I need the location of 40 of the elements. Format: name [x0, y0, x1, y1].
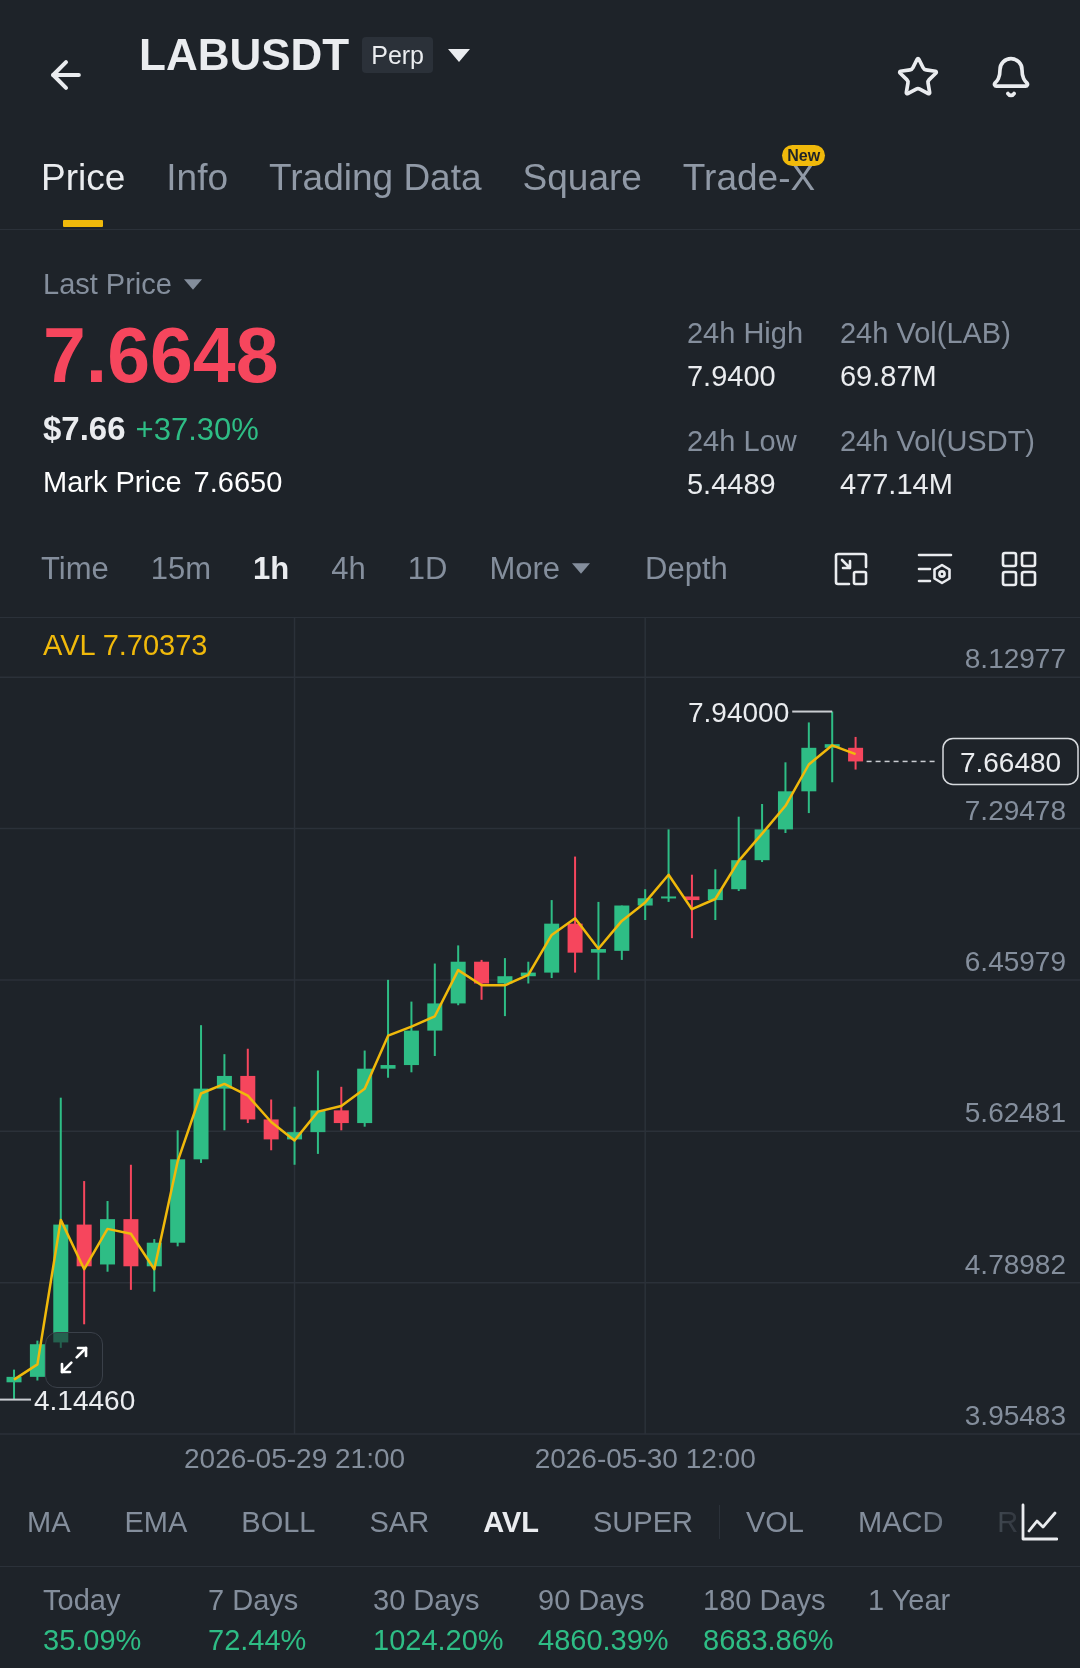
last-price-tag: 7.66480	[942, 737, 1079, 786]
period-label: 7 Days	[208, 1583, 299, 1617]
period-return: 35.09%	[43, 1623, 142, 1657]
y-axis-label: 5.62481	[964, 1097, 1066, 1129]
stat-value: 69.87M	[840, 359, 938, 393]
stat-label: 24h Vol(USDT)	[840, 424, 1035, 458]
period-return: 4860.39%	[538, 1623, 669, 1657]
x-axis-label: 2026-05-30 12:00	[534, 1443, 756, 1474]
period-label: 180 Days	[703, 1583, 826, 1617]
stat-value: 5.4489	[687, 467, 777, 501]
y-axis-label: 8.12977	[964, 643, 1066, 675]
last-price: 7.6648	[43, 316, 279, 394]
indicator-reading: AVL 7.70373	[43, 629, 208, 661]
period-return: 1024.20%	[373, 1623, 504, 1657]
period-label: 90 Days	[538, 1583, 645, 1617]
usd-price: $7.66	[43, 411, 126, 447]
mark-price-label: Mark Price	[43, 465, 182, 500]
mark-price-value: 7.6650	[193, 465, 283, 500]
x-axis-label: 2026-05-29 21:00	[184, 1443, 406, 1474]
stat-label: 24h High	[687, 316, 805, 350]
stat-label: 24h Vol(LAB)	[840, 316, 1012, 350]
ref-line-label: 7.66480	[959, 746, 1062, 778]
y-axis-label: 4.78982	[964, 1248, 1066, 1280]
price-extreme-label: 4.14460	[34, 1384, 136, 1416]
price-extreme-label: 7.94000	[688, 696, 790, 728]
period-label: Today	[43, 1583, 121, 1617]
period-return: 72.44%	[208, 1623, 307, 1657]
stat-value: 477.14M	[840, 467, 954, 501]
symbol-title: LABUSDT	[139, 30, 350, 80]
period-return: 8683.86%	[703, 1623, 834, 1657]
y-axis-label: 3.95483	[964, 1400, 1066, 1431]
price-change: +37.30%	[135, 412, 259, 448]
period-label: 30 Days	[373, 1583, 480, 1617]
contract-badge: Perp	[362, 37, 433, 73]
y-axis-label: 7.29478	[964, 794, 1066, 826]
stat-label: 24h Low	[687, 424, 798, 458]
y-axis-label: 6.45979	[964, 945, 1066, 977]
stat-value: 7.9400	[687, 359, 777, 393]
new-badge: New	[782, 145, 826, 166]
period-label: 1 Year	[868, 1583, 951, 1617]
